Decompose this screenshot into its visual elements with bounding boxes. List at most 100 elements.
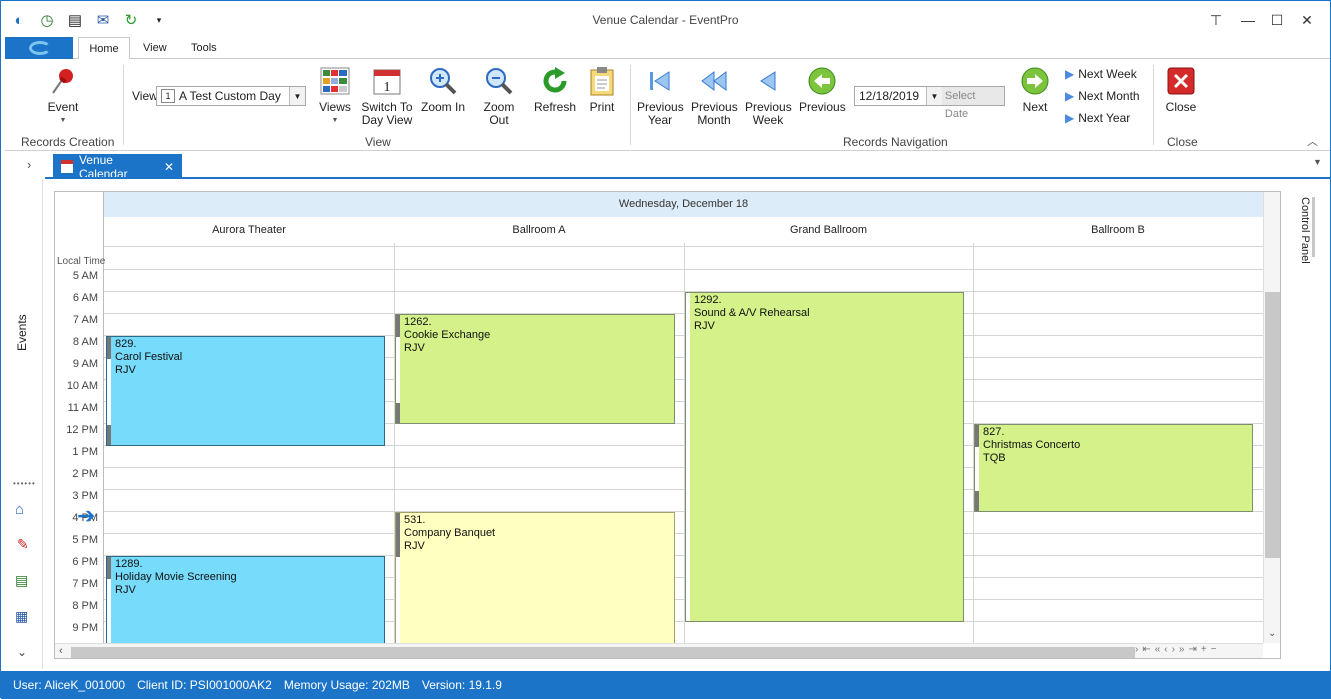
zoom-in-button[interactable]: Zoom In (421, 65, 465, 114)
previous-month-button[interactable]: Previous Month (691, 65, 738, 127)
event-block[interactable]: 1292. Sound & A/V Rehearsal RJV (685, 292, 964, 622)
event-status-bar (686, 293, 690, 621)
tab-view[interactable]: View (143, 37, 167, 59)
event-status-bar (396, 513, 400, 645)
hour-label: 10 AM (66, 380, 98, 392)
maximize-button[interactable]: ☐ (1266, 10, 1288, 30)
print-label: Print (589, 100, 615, 114)
calendar-icon (61, 160, 73, 173)
horizontal-scrollbar[interactable]: ‹ ›⇤«‹›»⇥+− (55, 643, 1263, 658)
views-label: Views (319, 100, 351, 114)
circle-left-arrow-icon (806, 65, 838, 97)
event-id: 1262. (404, 316, 432, 328)
date-picker[interactable]: 12/18/2019 ▼ Select Date (854, 86, 1005, 120)
previous-week-button[interactable]: Previous Week (745, 65, 792, 127)
scroll-left-icon[interactable]: ‹ (59, 645, 63, 657)
splitter-grip[interactable]: •••••• (13, 479, 36, 488)
home-icon[interactable]: ⌂ (15, 501, 24, 518)
print-button[interactable]: Print (585, 65, 619, 114)
previous-button[interactable]: Previous (799, 65, 846, 114)
next-label: Next (1022, 100, 1048, 114)
zoom-out-label: Zoom Out (483, 100, 515, 127)
control-panel-grip[interactable] (1312, 197, 1315, 257)
pushpin-icon (47, 65, 79, 97)
venue-header: Ballroom A (512, 224, 566, 236)
switch-label-2: Day View (361, 113, 413, 127)
event-block[interactable]: 829. Carol Festival RJV (106, 336, 385, 446)
zoom-out-button[interactable]: Zoom Out (473, 65, 525, 127)
event-block[interactable]: 531. Company Banquet RJV (395, 512, 675, 646)
scroll-thumb[interactable] (71, 647, 1135, 658)
refresh-label: Refresh (533, 100, 577, 114)
right-arrow-icon: ▶ (1065, 67, 1075, 81)
app-window: ◐ ◷ ▤ ✉ ↻ ▾ Venue Calendar - EventPro ⊤ … (0, 0, 1331, 699)
event-block[interactable]: 827. Christmas Concerto TQB (974, 424, 1253, 512)
close-button[interactable]: Close (1161, 65, 1201, 114)
view-select-value: A Test Custom Day (179, 89, 281, 103)
group-label-close: Close (1167, 135, 1198, 149)
svg-text:1: 1 (384, 80, 391, 95)
status-user: User: AliceK_001000 (13, 678, 126, 692)
date-header: Wednesday, December 18 (104, 192, 1263, 217)
tab-venue-calendar[interactable]: Venue Calendar ✕ (53, 153, 182, 181)
expand-nav-icon[interactable]: › (27, 157, 31, 172)
file-menu-button[interactable] (5, 37, 73, 59)
report-icon[interactable]: ▦ (15, 608, 28, 625)
date-value: 12/18/2019 (859, 89, 920, 103)
close-tab-icon[interactable]: ✕ (164, 160, 174, 174)
next-button[interactable]: Next (1015, 65, 1055, 114)
double-left-arrow-icon (698, 65, 730, 97)
vertical-scrollbar[interactable]: ⌄ (1263, 192, 1280, 643)
event-status-bar (396, 315, 400, 423)
views-button[interactable]: Views ▼ (317, 65, 353, 127)
event-id: 827. (983, 426, 1005, 438)
tab-home[interactable]: Home (78, 37, 130, 60)
window-title: Venue Calendar - EventPro (592, 13, 739, 27)
tab-list-dropdown-icon[interactable]: ▼ (1313, 157, 1322, 167)
next-year-button[interactable]: ▶ Next Year (1065, 111, 1130, 125)
ledger-icon[interactable]: ▤ (15, 572, 28, 589)
hour-label: 7 PM (72, 578, 98, 590)
pin-icon[interactable]: ⊤ (1205, 10, 1227, 30)
previous-label: Previous (799, 100, 846, 114)
left-arrow-icon (752, 65, 784, 97)
event-block[interactable]: 1262. Cookie Exchange RJV (395, 314, 675, 424)
event-id: 531. (404, 514, 426, 526)
status-client-id: Client ID: PSI001000AK2 (137, 678, 272, 692)
event-code: RJV (694, 320, 715, 332)
group-label-records-navigation: Records Navigation (843, 135, 948, 149)
status-memory: Memory Usage: 202MB (283, 678, 410, 692)
scroll-thumb[interactable] (1265, 292, 1280, 558)
tab-tools[interactable]: Tools (191, 37, 217, 59)
collapse-ribbon-icon[interactable]: ︿ (1307, 133, 1318, 149)
local-time-label: Local Time (57, 256, 106, 267)
hour-label: 1 PM (72, 446, 98, 458)
select-date-button[interactable]: Select Date (941, 87, 1004, 120)
switch-to-day-view-button[interactable]: 1 Switch To Day View (361, 65, 413, 127)
chevron-down-icon[interactable]: ⌄ (17, 645, 27, 659)
time-ruler: Local Time 5 AM 6 AM 7 AM 8 AM 9 AM 10 AM 11 A… (55, 192, 106, 658)
close-window-button[interactable]: ✕ (1296, 10, 1318, 30)
event-block[interactable]: 1289. Holiday Movie Screening RJV (106, 556, 385, 646)
hour-label: 3 PM (72, 490, 98, 502)
chevron-down-icon[interactable]: ▼ (289, 87, 305, 105)
current-time-arrow-icon: ➔ (77, 503, 96, 528)
view-select[interactable]: 1 A Test Custom Day ▼ (156, 86, 306, 106)
venue-header: Ballroom B (1091, 224, 1145, 236)
resource-navigator[interactable]: ›⇤«‹›»⇥+− (1135, 644, 1221, 655)
hour-label: 2 PM (72, 468, 98, 480)
venue-header: Aurora Theater (212, 224, 286, 236)
previous-year-button[interactable]: Previous Year (637, 65, 684, 127)
document-tab-bar: › Venue Calendar ✕ ▼ (5, 151, 1330, 181)
next-month-button[interactable]: ▶ Next Month (1065, 89, 1140, 103)
minimize-button[interactable]: — (1237, 10, 1259, 30)
event-name: Sound & A/V Rehearsal (694, 307, 810, 319)
pushpin-icon[interactable]: ✎ (17, 536, 29, 553)
refresh-button[interactable]: Refresh (533, 65, 577, 114)
events-nav-label[interactable]: Events (15, 314, 29, 351)
event-status-bar (975, 425, 979, 511)
chevron-down-icon[interactable]: ▼ (926, 87, 942, 105)
scroll-down-icon[interactable]: ⌄ (1268, 628, 1276, 639)
next-week-button[interactable]: ▶ Next Week (1065, 67, 1137, 81)
event-button[interactable]: Event ▼ (43, 65, 83, 127)
